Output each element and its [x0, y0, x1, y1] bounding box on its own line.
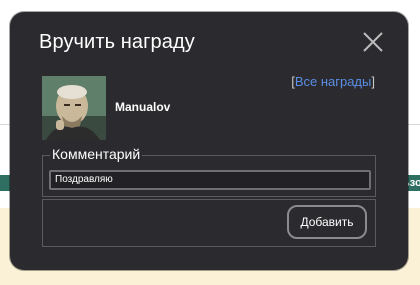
comment-legend: Комментарий	[50, 146, 143, 162]
award-dialog: Вручить награду [Все награды] Manualov К…	[10, 12, 408, 270]
dialog-title: Вручить награду	[39, 31, 195, 53]
close-button[interactable]	[362, 31, 384, 53]
all-awards: [Все награды]	[291, 74, 375, 89]
recipient-avatar[interactable]	[42, 76, 106, 140]
comment-fieldset: Комментарий	[42, 146, 376, 197]
recipient-username: Manualov	[115, 100, 171, 114]
comment-input[interactable]	[49, 170, 371, 190]
add-award-button[interactable]: Добавить	[287, 205, 367, 239]
close-icon	[363, 32, 383, 52]
user-photo-avatar-icon	[42, 76, 106, 140]
bracket-close: ]	[371, 74, 375, 89]
all-awards-link[interactable]: Все награды	[295, 74, 372, 89]
action-area: Добавить	[42, 199, 376, 247]
